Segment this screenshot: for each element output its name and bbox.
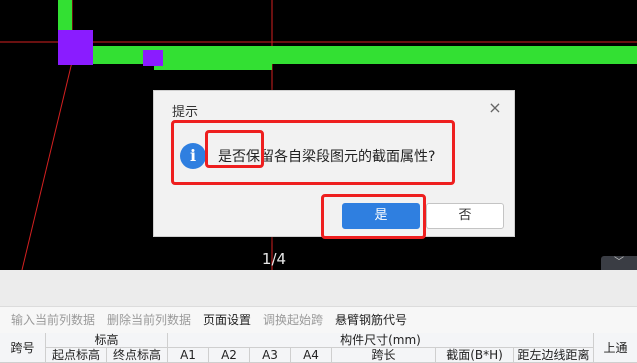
toolbar-delete-column[interactable]: 删除当前列数据 [107,307,191,333]
header-span-length: 跨长 [332,348,436,363]
toolbar-page-setup[interactable]: 页面设置 [203,307,251,333]
bottom-panel: 输入当前列数据 删除当前列数据 页面设置 调换起始跨 悬臂钢筋代号 跨号 标高 … [0,270,637,363]
header-elevation: 标高 [46,333,168,348]
dialog-title: 提示 [172,105,199,120]
close-icon[interactable]: × [486,99,504,117]
table-header: 跨号 标高 构件尺寸(mm) 上通 起点标高 终点标高 A1 A2 A3 A4 … [0,333,637,363]
toolbar-input-column[interactable]: 输入当前列数据 [11,307,95,333]
header-a1: A1 [168,348,209,363]
header-a4: A4 [291,348,332,363]
header-top-through: 上通 [594,333,637,363]
header-end-elevation: 终点标高 [107,348,168,363]
toolbar-swap-start-span[interactable]: 调换起始跨 [263,307,323,333]
toolbar-cantilever-rebar[interactable]: 悬臂钢筋代号 [335,307,407,333]
beam-segment-lower [154,62,272,70]
no-button[interactable]: 否 [426,203,504,229]
axis-line-diagonal [21,61,73,270]
header-section: 截面(B*H) [436,348,514,363]
header-a2: A2 [209,348,250,363]
beam-vertical [58,0,72,30]
column-main [58,30,93,65]
header-left-distance: 距左边线距离 [514,348,594,363]
header-start-elevation: 起点标高 [46,348,107,363]
annotation-box-yes [321,194,426,239]
collapse-panel-button[interactable]: ﹀ [601,256,637,270]
page-indicator: 1/4 [261,250,287,268]
header-a3: A3 [250,348,291,363]
annotation-box-keyword [205,130,264,168]
table-toolbar: 输入当前列数据 删除当前列数据 页面设置 调换起始跨 悬臂钢筋代号 [0,306,637,333]
header-dimensions: 构件尺寸(mm) [168,333,594,348]
app-root: 1/4 ﹀ 提示 × i 是否保留各自梁段图元的截面属性? 是 否 输入当前列数… [0,0,637,363]
panel-spacer [0,270,637,306]
column-small [143,50,163,66]
header-span-no: 跨号 [0,333,46,363]
